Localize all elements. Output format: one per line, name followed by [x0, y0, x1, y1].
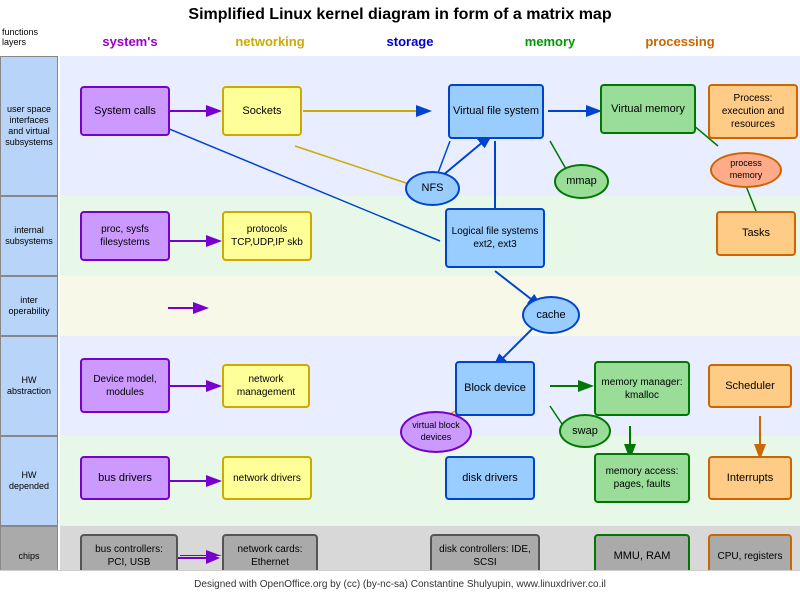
col-header-processing: processing	[620, 26, 740, 56]
row-label-hw-abs: HW abstraction	[0, 336, 58, 436]
network-drivers-box: network drivers	[222, 456, 312, 500]
device-model-box: Device model, modules	[80, 358, 170, 413]
bus-drivers-box: bus drivers	[80, 456, 170, 500]
proc-sysfs-box: proc, sysfs filesystems	[80, 211, 170, 261]
row-label-hw-dep: HW depended	[0, 436, 58, 526]
process-memory-oval: process memory	[710, 152, 782, 188]
cache-oval: cache	[522, 296, 580, 334]
scheduler-box: Scheduler	[708, 364, 792, 408]
bus-controllers-arrow	[178, 550, 222, 566]
row-label-internal: internal subsystems	[0, 196, 58, 276]
col-header-networking: networking	[200, 26, 340, 56]
mmap-oval: mmap	[554, 164, 609, 199]
swap-oval: swap	[559, 414, 611, 448]
row-label-user-space: user space interfaces and virtual subsys…	[0, 56, 58, 196]
system-calls-box: System calls	[80, 86, 170, 136]
footer: Designed with OpenOffice.org by (cc) (by…	[0, 570, 800, 598]
network-mgmt-box: network management	[222, 364, 310, 408]
tasks-box: Tasks	[716, 211, 796, 256]
logical-fs-box: Logical file systems ext2, ext3	[445, 208, 545, 268]
col-header-storage: storage	[340, 26, 480, 56]
col-header-memory: memory	[480, 26, 620, 56]
nfs-oval: NFS	[405, 171, 460, 206]
col-header-systems: system's	[60, 26, 200, 56]
block-device-box: Block device	[455, 361, 535, 416]
process-exec-box: Process: execution and resources	[708, 84, 798, 139]
virtual-memory-box: Virtual memory	[600, 84, 696, 134]
memory-access-box: memory access: pages, faults	[594, 453, 690, 503]
virtual-fs-box: Virtual file system	[448, 84, 544, 139]
sockets-box: Sockets	[222, 86, 302, 136]
row-label-interop: inter operability	[0, 276, 58, 336]
protocols-box: protocols TCP,UDP,IP skb	[222, 211, 312, 261]
main-title: Simplified Linux kernel diagram in form …	[0, 0, 800, 26]
interrupts-box: Interrupts	[708, 456, 792, 500]
memory-manager-box: memory manager: kmalloc	[594, 361, 690, 416]
disk-drivers-box: disk drivers	[445, 456, 535, 500]
functions-label: functionslayers	[0, 26, 40, 50]
virtual-block-oval: virtual block devices	[400, 411, 472, 453]
